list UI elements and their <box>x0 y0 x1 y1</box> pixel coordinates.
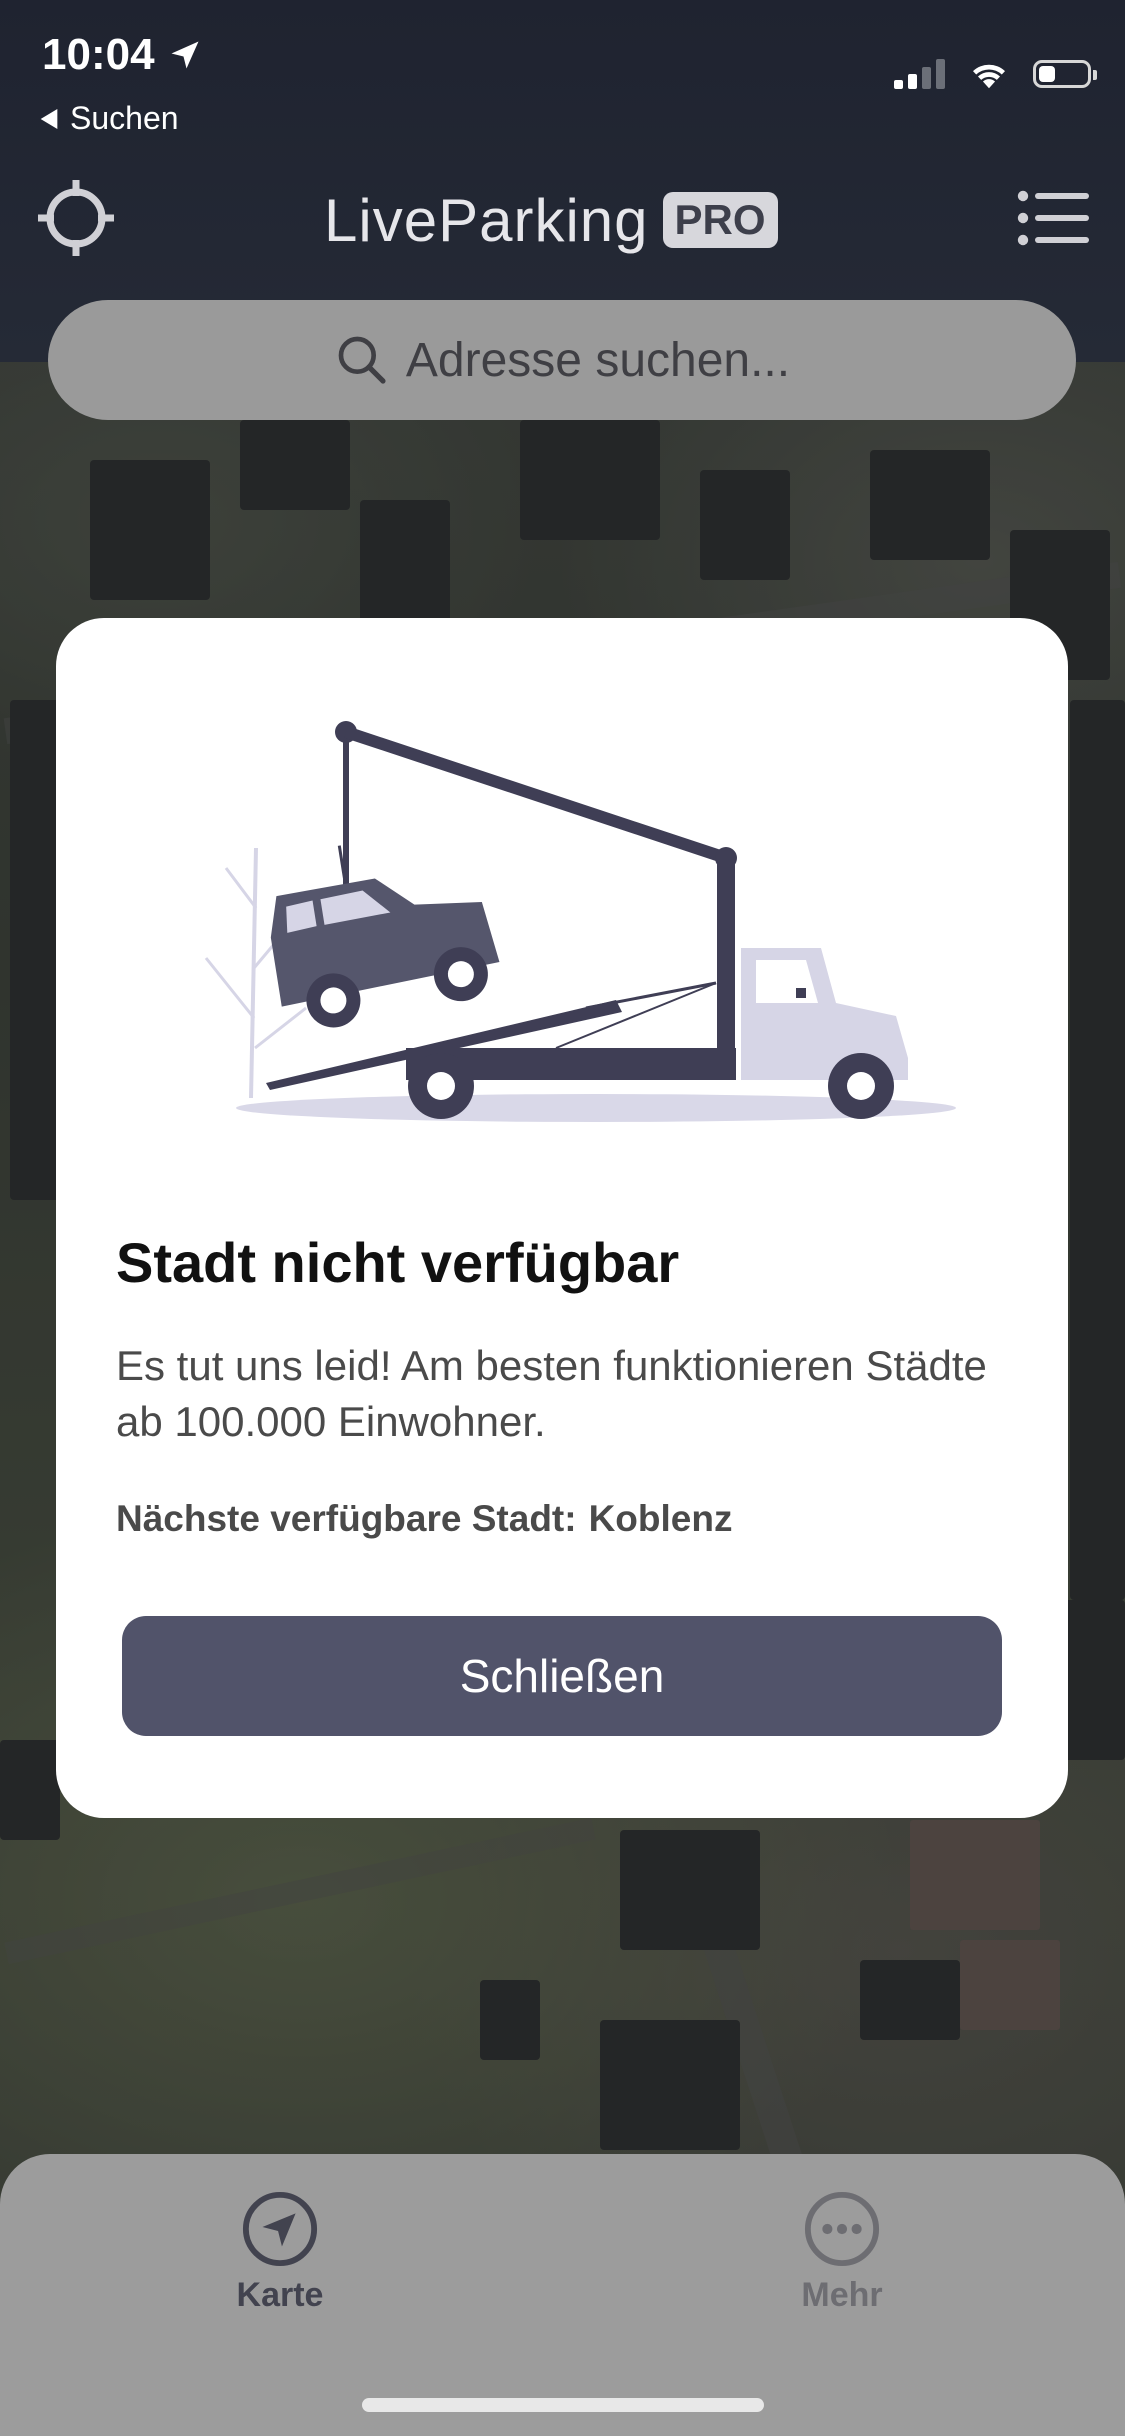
cellular-signal-icon <box>894 59 945 89</box>
logo-text: LiveParking <box>324 186 649 254</box>
app-logo: LiveParking PRO <box>324 178 778 262</box>
close-button[interactable]: Schließen <box>122 1616 1002 1736</box>
search-icon <box>338 336 386 384</box>
tab-karte[interactable]: Karte <box>180 2190 380 2315</box>
back-triangle-icon <box>40 108 58 129</box>
search-placeholder: Adresse suchen... <box>405 333 791 387</box>
battery-icon <box>1033 60 1097 88</box>
tab-mehr-label: Mehr <box>801 2276 883 2314</box>
tab-karte-label: Karte <box>236 2276 324 2314</box>
locate-me-icon[interactable] <box>36 178 116 258</box>
more-dots-icon <box>804 2191 880 2267</box>
address-search-input[interactable]: Adresse suchen... <box>48 300 1076 420</box>
location-arrow-icon <box>171 41 199 69</box>
city-unavailable-dialog: Stadt nicht verfügbar Es tut uns leid! A… <box>56 618 1068 1818</box>
home-indicator <box>362 2398 764 2412</box>
dialog-title: Stadt nicht verfügbar <box>116 1231 680 1294</box>
list-menu-icon[interactable] <box>1017 188 1089 248</box>
navigation-arrow-icon <box>242 2191 318 2267</box>
next-city-value: Koblenz <box>588 1498 733 1539</box>
next-city-label: Nächste verfügbare Stadt: <box>116 1498 577 1539</box>
pro-badge: PRO <box>662 192 778 248</box>
bottom-tab-bar: Karte Mehr <box>0 2154 1125 2436</box>
clock-text: 10:04 <box>42 30 155 79</box>
tow-truck-illustration <box>204 721 956 1122</box>
dialog-description: Es tut uns leid! Am besten funktionieren… <box>116 1342 987 1445</box>
back-to-app-link[interactable]: Suchen <box>40 100 179 137</box>
status-time: 10:04 <box>42 30 203 80</box>
next-available-city: Nächste verfügbare Stadt: Koblenz <box>116 1498 732 1540</box>
wifi-icon <box>973 64 1005 89</box>
status-icons <box>894 58 1097 90</box>
tab-mehr[interactable]: Mehr <box>742 2190 942 2315</box>
back-label: Suchen <box>70 100 179 136</box>
